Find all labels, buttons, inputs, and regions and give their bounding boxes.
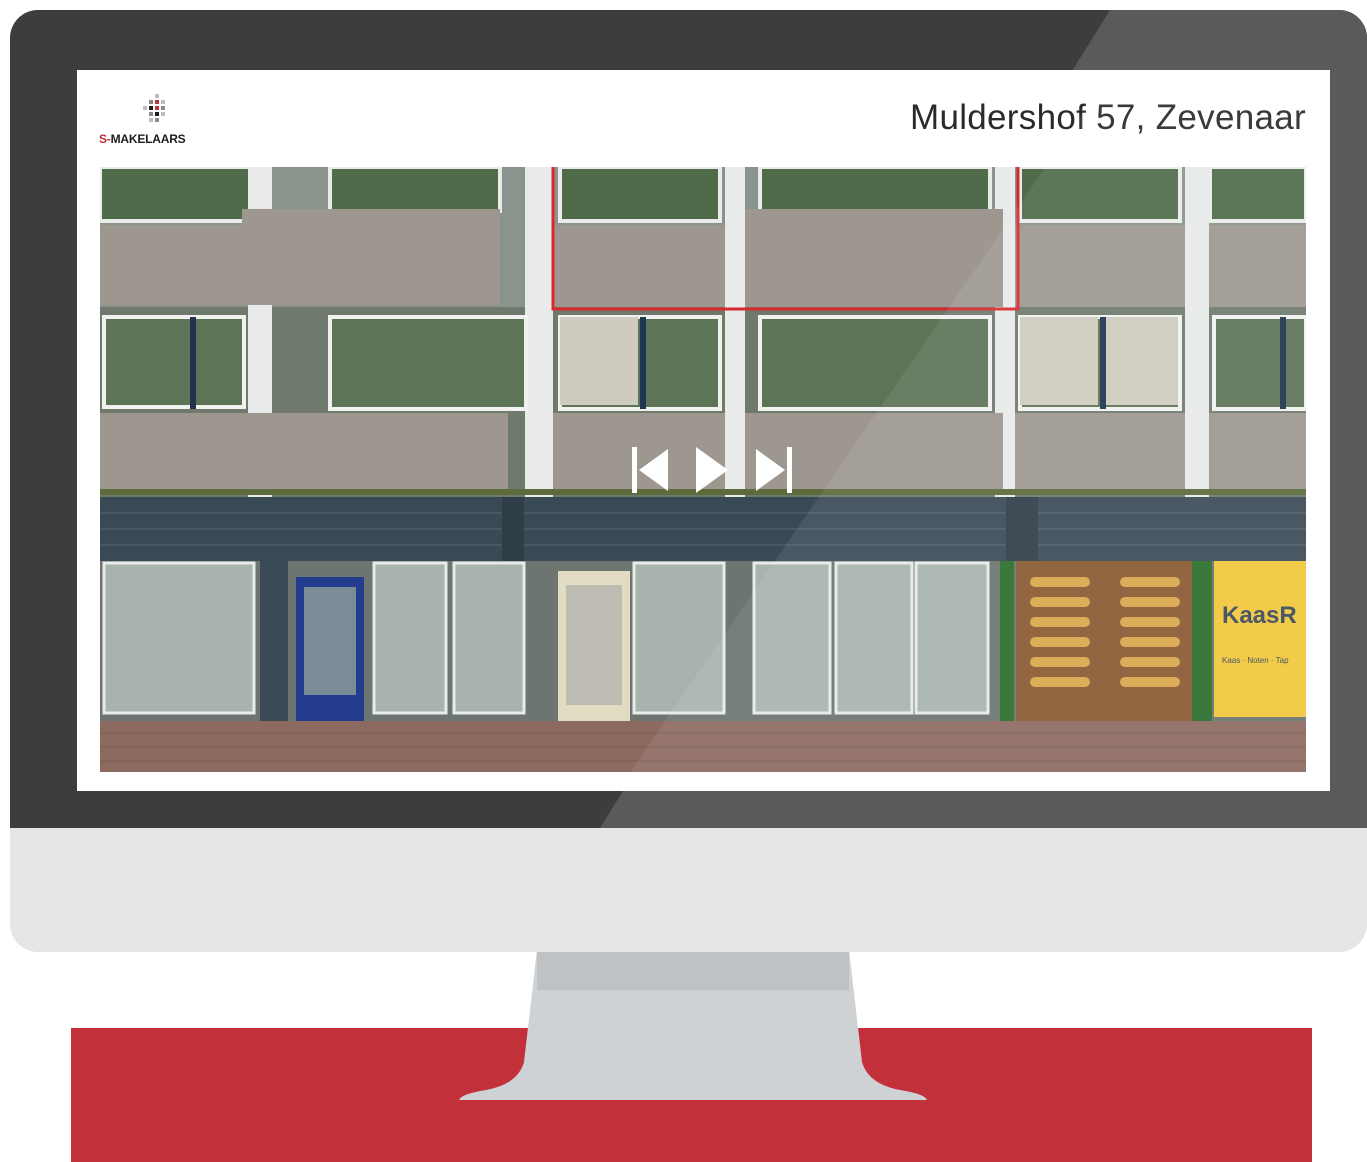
brand-name: S-MAKELAARS xyxy=(99,132,186,146)
shop-sign: KaasR xyxy=(1222,602,1297,629)
skip-next-icon[interactable] xyxy=(752,445,794,495)
property-address: Muldershof 57, Zevenaar xyxy=(909,98,1306,137)
slideshow-controls xyxy=(630,445,800,495)
brand-wordmark: MAKELAARS xyxy=(110,132,186,146)
skip-previous-icon[interactable] xyxy=(630,445,672,495)
shop-sign-sub: Kaas · Noten · Tap xyxy=(1222,656,1289,665)
play-icon[interactable] xyxy=(692,445,732,495)
monitor-bezel: S-MAKELAARS Muldershof 57, Zevenaar Kaas… xyxy=(10,10,1367,828)
brand-logo[interactable]: S-MAKELAARS xyxy=(99,94,219,150)
brand-prefix: S- xyxy=(99,132,111,146)
property-photo[interactable]: KaasR Kaas · Noten · Tap xyxy=(100,167,1306,772)
monitor-chin xyxy=(10,828,1367,952)
logo-grid-icon xyxy=(143,94,165,122)
screen: S-MAKELAARS Muldershof 57, Zevenaar Kaas… xyxy=(77,70,1330,791)
